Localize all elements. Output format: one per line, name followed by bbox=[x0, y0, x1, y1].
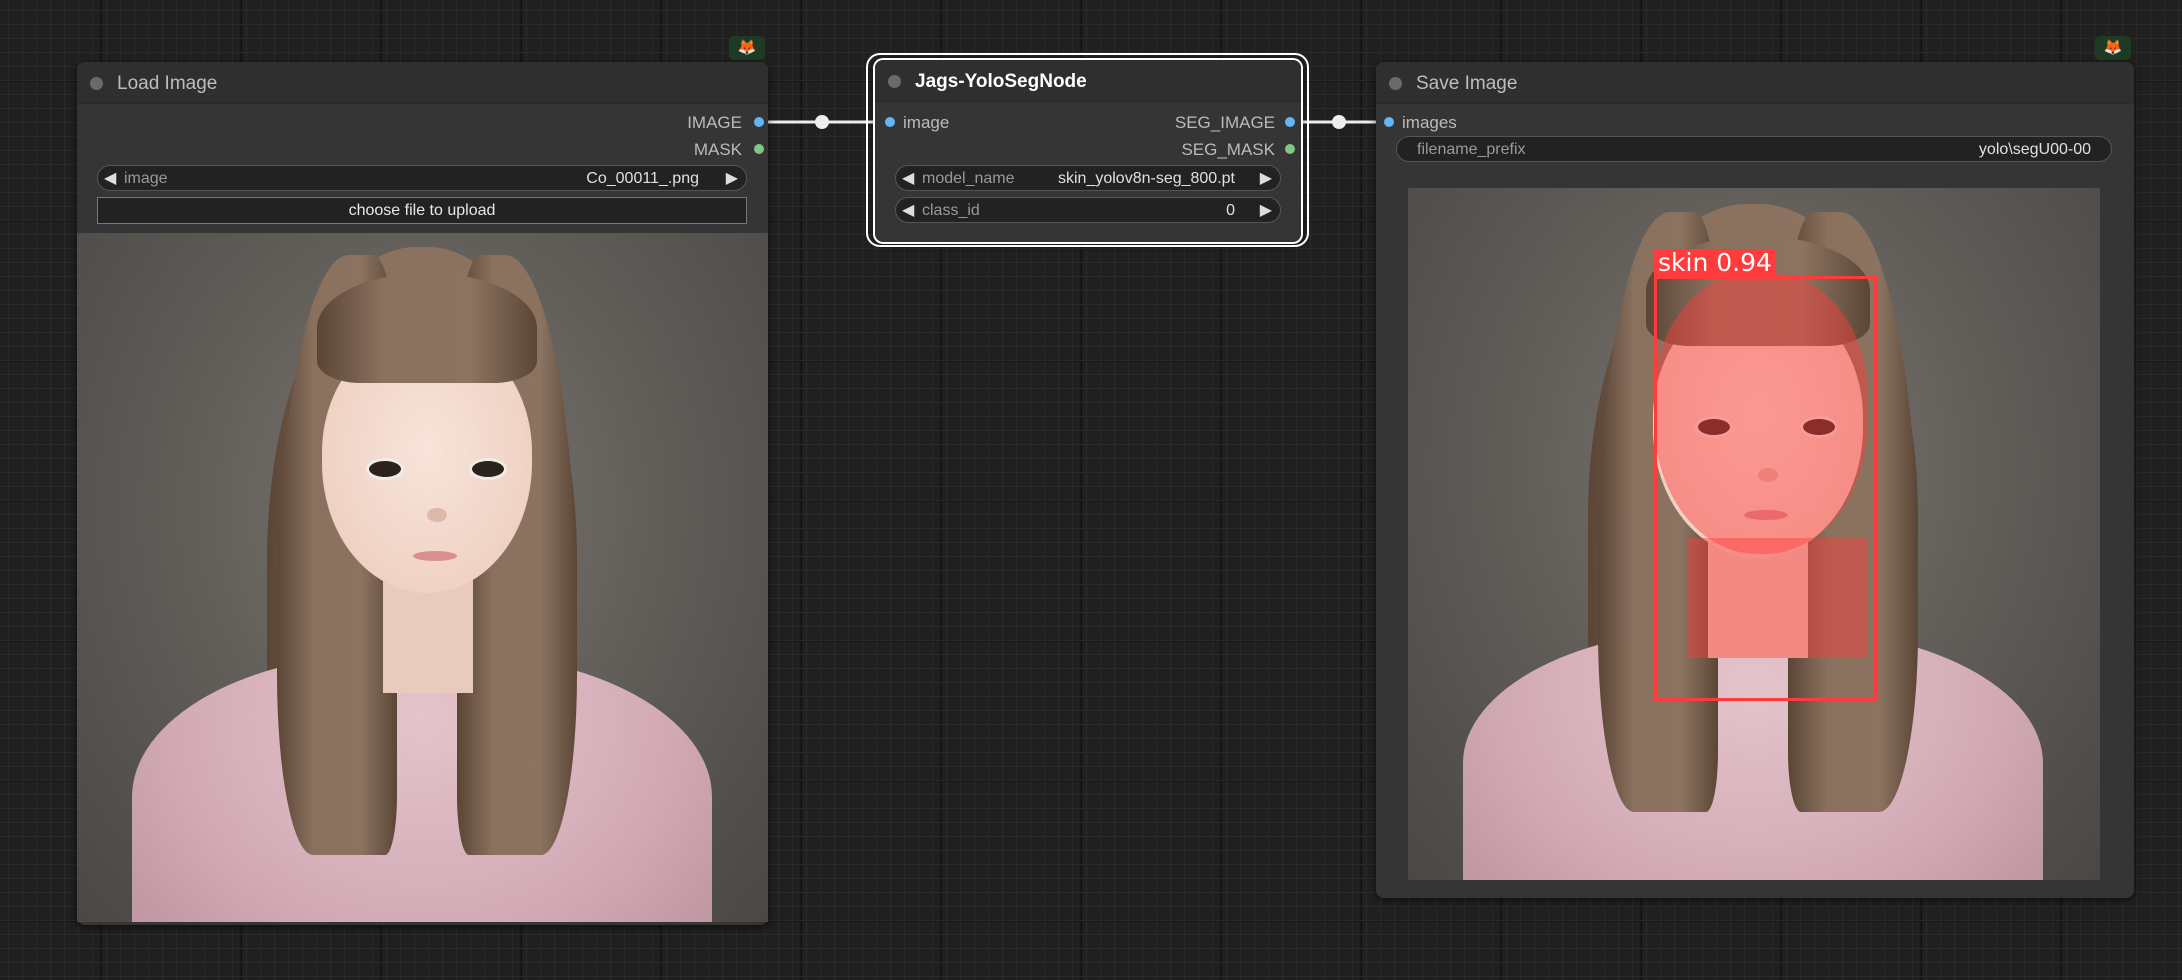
input-images-connector[interactable] bbox=[1384, 117, 1394, 127]
widget-label: filename_prefix bbox=[1417, 141, 1526, 158]
output-image-connector[interactable] bbox=[754, 117, 764, 127]
link-image-midpoint[interactable] bbox=[815, 115, 829, 129]
node-header[interactable]: Save Image bbox=[1376, 62, 2134, 104]
output-mask-label: MASK bbox=[693, 140, 742, 159]
node-title: Load Image bbox=[117, 73, 218, 94]
selection-outline bbox=[866, 53, 1309, 247]
widget-label: image bbox=[124, 170, 168, 187]
image-combo-widget[interactable]: ◀ image Co_00011_.png ▶ bbox=[97, 165, 747, 191]
input-images-label: images bbox=[1402, 113, 1457, 132]
link-seg-image-midpoint[interactable] bbox=[1332, 115, 1346, 129]
output-image-label: IMAGE bbox=[687, 113, 742, 132]
arrow-right-icon[interactable]: ▶ bbox=[726, 168, 738, 188]
widget-value: Co_00011_.png bbox=[586, 170, 699, 187]
node-badge-icon: 🦊 bbox=[729, 36, 765, 60]
widget-value: yolo\segU00-00 bbox=[1978, 141, 2091, 158]
filename-prefix-text-widget[interactable]: filename_prefix yolo\segU00-00 bbox=[1396, 136, 2112, 162]
detection-box bbox=[1654, 276, 1877, 701]
preview-image bbox=[77, 233, 768, 922]
detection-label: skin 0.94 bbox=[1654, 249, 1776, 276]
arrow-left-icon[interactable]: ◀ bbox=[104, 168, 116, 188]
output-mask-connector[interactable] bbox=[754, 144, 764, 154]
save-image-node[interactable]: Save Image 🦊 images filename_prefix yolo… bbox=[1376, 36, 2134, 898]
load-image-node[interactable]: Load Image 🦊 IMAGE MASK ◀ image Co_00011… bbox=[77, 36, 768, 925]
node-header[interactable]: Load Image bbox=[77, 62, 768, 104]
collapse-toggle[interactable] bbox=[90, 77, 103, 90]
upload-button[interactable]: choose file to upload bbox=[97, 197, 747, 224]
output-preview-image: skin 0.94 bbox=[1408, 188, 2100, 880]
node-badge-icon: 🦊 bbox=[2095, 36, 2131, 60]
collapse-toggle[interactable] bbox=[1389, 77, 1402, 90]
node-title: Save Image bbox=[1416, 73, 1518, 94]
